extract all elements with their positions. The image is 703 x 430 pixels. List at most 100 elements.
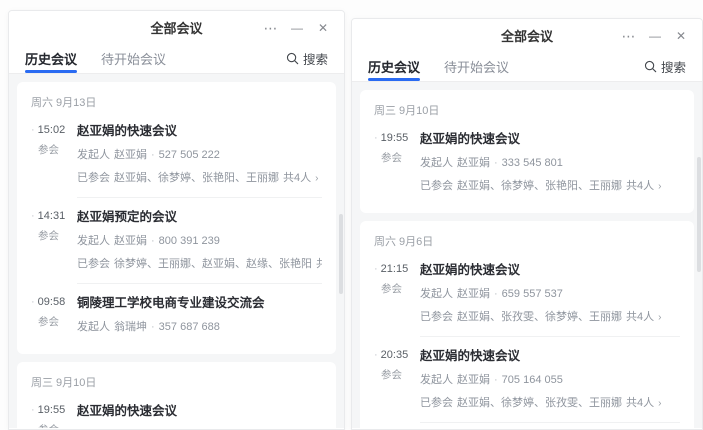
meeting-list-item[interactable]: ·19:55 参会 赵亚娟的快速会议 发起人赵亚娟·333 545 801 已参…: [31, 400, 322, 428]
chevron-right-icon: ›: [315, 173, 318, 184]
attendees-line[interactable]: 已参会徐梦婷、王丽娜、赵亚娟、赵缘、张艳阳共5人›: [77, 255, 322, 271]
status-label: 参会: [381, 150, 420, 165]
minimize-icon[interactable]: —: [286, 17, 308, 39]
group-date-label: 周六 9月6日: [374, 233, 680, 249]
time-label: 19:55: [381, 132, 409, 144]
meeting-list-item[interactable]: ·21:15 参会 赵亚娟的快速会议 发起人赵亚娟·659 557 537 已参…: [374, 259, 680, 334]
meeting-list-item[interactable]: ·15:02 参会 赵亚娟的快速会议 发起人赵亚娟·527 505 222 已参…: [31, 120, 322, 195]
meeting-id: 333 545 801: [502, 157, 563, 169]
attendees-line[interactable]: 已参会赵亚娟、张孜雯、徐梦婷、王丽娜共4人›: [420, 308, 680, 324]
attendee-names: 赵亚娟、徐梦婷、张艳阳、王丽娜: [114, 172, 279, 184]
attendee-names: 赵亚娟、徐梦婷、张艳阳、王丽娜: [457, 180, 622, 192]
organizer-line: 发起人赵亚娟·333 545 801: [420, 154, 680, 170]
attendee-names: 赵亚娟、徐梦婷、张孜雯、王丽娜: [457, 397, 622, 409]
item-divider: [77, 197, 322, 198]
attendee-count: 共4人: [626, 397, 654, 409]
meeting-id: 800 391 239: [159, 235, 220, 247]
meeting-id: 659 557 537: [502, 288, 563, 300]
meeting-id: 705 164 055: [502, 374, 563, 386]
meeting-list-item[interactable]: ·19:55 参会 赵亚娟的快速会议 发起人赵亚娟·333 545 801 已参…: [374, 128, 680, 203]
titlebar: 全部会议 ⋯ — ✕: [9, 11, 344, 44]
tab-history-label: 历史会议: [368, 57, 420, 76]
status-label: 参会: [38, 314, 77, 329]
search-icon: [644, 60, 657, 73]
item-divider: [77, 283, 322, 284]
bullet-dot: ·: [31, 405, 35, 416]
chevron-right-icon: ›: [658, 181, 661, 192]
attendee-names: 徐梦婷、王丽娜、赵亚娟、赵缘、张艳阳: [114, 258, 312, 270]
meeting-id: 527 505 222: [159, 149, 220, 161]
time-label: 21:15: [381, 263, 409, 275]
tab-history[interactable]: 历史会议: [25, 44, 77, 73]
more-icon[interactable]: ⋯: [260, 17, 282, 39]
tab-history-label: 历史会议: [25, 49, 77, 68]
bullet-dot: ·: [31, 211, 35, 222]
close-icon[interactable]: ✕: [312, 17, 334, 39]
search-icon: [286, 52, 299, 65]
organizer-name: 翁瑞坤: [114, 321, 147, 333]
attendees-line[interactable]: 已参会赵亚娟、徐梦婷、张艳阳、王丽娜共4人›: [77, 169, 322, 185]
meeting-group-card: 周六 9月13日 ·15:02 参会 赵亚娟的快速会议 发起人赵亚娟·527 5…: [17, 82, 336, 354]
meeting-title: 赵亚娟的快速会议: [420, 132, 680, 147]
scrollbar[interactable]: [339, 214, 343, 294]
active-tab-underline: [368, 78, 420, 81]
search-button[interactable]: 搜索: [286, 49, 328, 68]
minimize-icon[interactable]: —: [644, 25, 666, 47]
meeting-list-item[interactable]: ·09:58 参会 铜陵理工学校电商专业建设交流会 发起人翁瑞坤·357 687…: [31, 292, 322, 344]
tab-history[interactable]: 历史会议: [368, 52, 420, 81]
meeting-list-item[interactable]: ·14:31 参会 赵亚娟预定的会议 发起人赵亚娟·800 391 239 已参…: [31, 206, 322, 281]
attendee-count: 共4人: [626, 180, 654, 192]
bullet-dot: ·: [31, 125, 35, 136]
chevron-right-icon: ›: [658, 312, 661, 323]
more-icon[interactable]: ⋯: [618, 25, 640, 47]
status-label: 参会: [381, 281, 420, 296]
organizer-line: 发起人翁瑞坤·357 687 688: [77, 318, 322, 334]
organizer-name: 赵亚娟: [457, 374, 490, 386]
item-divider: [420, 336, 680, 337]
organizer-line: 发起人赵亚娟·333 545 801: [77, 426, 322, 428]
meeting-window-right: 全部会议 ⋯ — ✕ 历史会议 待开始会议 搜索 周三 9月10日 ·19:55…: [351, 18, 703, 430]
attendee-names: 赵亚娟、张孜雯、徐梦婷、王丽娜: [457, 311, 622, 323]
status-label: 参会: [381, 367, 420, 382]
active-tab-underline: [25, 70, 77, 73]
attendee-count: 共5人: [316, 258, 322, 270]
time-label: 14:31: [38, 210, 66, 222]
close-icon[interactable]: ✕: [670, 25, 692, 47]
group-date-label: 周三 9月10日: [31, 374, 322, 390]
organizer-line: 发起人赵亚娟·527 505 222: [77, 146, 322, 162]
search-button[interactable]: 搜索: [644, 57, 686, 76]
time-label: 09:58: [38, 296, 66, 308]
attendees-line[interactable]: 已参会赵亚娟、徐梦婷、张孜雯、王丽娜共4人›: [420, 394, 680, 410]
meeting-list: 周六 9月13日 ·15:02 参会 赵亚娟的快速会议 发起人赵亚娟·527 5…: [9, 74, 344, 428]
bullet-dot: ·: [374, 133, 378, 144]
page-title: 全部会议: [150, 18, 202, 37]
tab-upcoming[interactable]: 待开始会议: [444, 52, 509, 81]
organizer-name: 赵亚娟: [114, 235, 147, 247]
attendee-count: 共4人: [283, 172, 311, 184]
meeting-title: 赵亚娟的快速会议: [420, 349, 680, 364]
attendees-line[interactable]: 已参会赵亚娟、徐梦婷、张艳阳、王丽娜共4人›: [420, 177, 680, 193]
meeting-title: 赵亚娟的快速会议: [420, 263, 680, 278]
time-label: 20:35: [381, 349, 409, 361]
page-title: 全部会议: [501, 26, 553, 45]
titlebar: 全部会议 ⋯ — ✕: [352, 19, 702, 52]
meeting-window-left: 全部会议 ⋯ — ✕ 历史会议 待开始会议 搜索 周六 9月13日 ·15:02…: [8, 10, 345, 430]
group-date-label: 周六 9月13日: [31, 94, 322, 110]
meeting-list-item[interactable]: ·20:35 参会 赵亚娟的快速会议 发起人赵亚娟·705 164 055 已参…: [374, 345, 680, 420]
organizer-name: 赵亚娟: [114, 149, 147, 161]
search-label: 搜索: [661, 57, 686, 76]
meeting-id: 357 687 688: [159, 321, 220, 333]
attendee-count: 共4人: [626, 311, 654, 323]
tab-bar: 历史会议 待开始会议 搜索: [352, 52, 702, 82]
bullet-dot: ·: [374, 350, 378, 361]
tab-upcoming-label: 待开始会议: [444, 57, 509, 76]
meeting-list: 周三 9月10日 ·19:55 参会 赵亚娟的快速会议 发起人赵亚娟·333 5…: [352, 82, 702, 428]
bullet-dot: ·: [374, 264, 378, 275]
chevron-right-icon: ›: [658, 398, 661, 409]
time-label: 19:55: [38, 404, 66, 416]
item-divider: [420, 422, 680, 423]
meeting-title: 赵亚娟的快速会议: [77, 124, 322, 139]
organizer-line: 发起人赵亚娟·800 391 239: [77, 232, 322, 248]
tab-upcoming[interactable]: 待开始会议: [101, 44, 166, 73]
scrollbar[interactable]: [697, 157, 701, 272]
